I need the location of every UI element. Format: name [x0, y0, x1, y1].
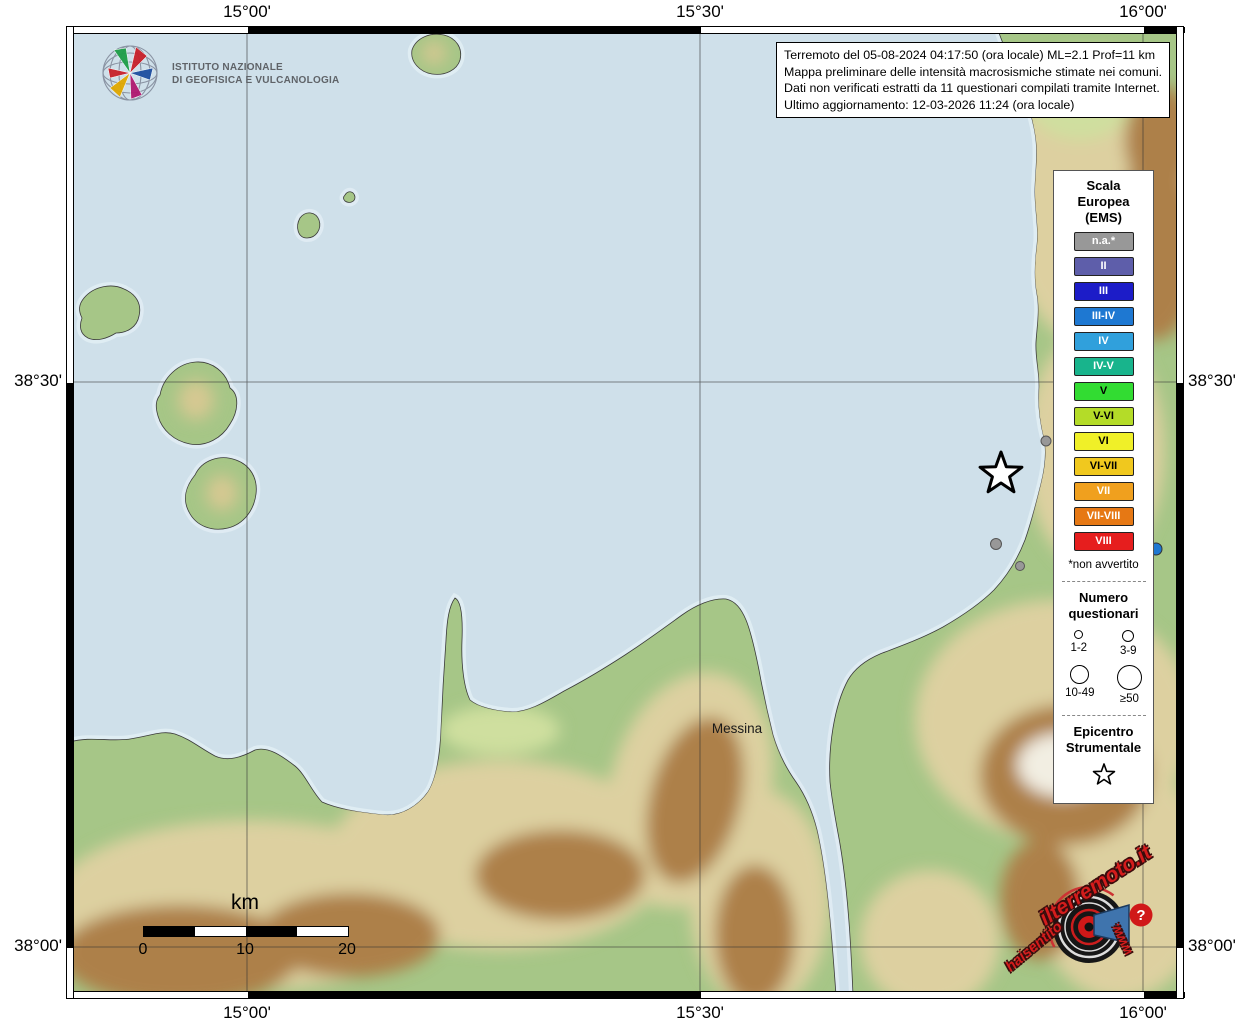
lon-label-bottom-2: 15°30' — [660, 1003, 740, 1023]
scale-bar — [143, 926, 349, 937]
lon-label-bottom-3: 16°00' — [1103, 1003, 1183, 1023]
questionnaire-size-3: 10-49 — [1065, 665, 1094, 705]
event-info-line3: Dati non verificati estratti da 11 quest… — [784, 80, 1162, 97]
size-label: 3-9 — [1120, 645, 1137, 657]
legend-divider — [1062, 581, 1146, 582]
lon-label-bottom-1: 15°00' — [207, 1003, 287, 1023]
size-label: 10-49 — [1065, 687, 1094, 699]
intensity-point-na — [1041, 436, 1051, 446]
ems-swatch-iii: III — [1074, 282, 1134, 301]
legend-title-line1: Scala — [1054, 178, 1153, 194]
intensity-point-na — [991, 539, 1002, 550]
ingv-globe-icon — [100, 44, 162, 104]
map-frame-top — [66, 26, 1184, 34]
institute-name-line2: DI GEOFISICA E VULCANOLOGIA — [172, 74, 340, 87]
institute-name-line1: ISTITUTO NAZIONALE — [172, 61, 340, 74]
lat-label-left-1: 38°30' — [2, 371, 62, 391]
ems-swatch-vi: VI — [1074, 432, 1134, 451]
ems-swatch-vii: VII — [1074, 482, 1134, 501]
scalebar-tick-20: 20 — [327, 941, 367, 959]
ems-swatch-iv-v: IV-V — [1074, 357, 1134, 376]
event-info-line1: Terremoto del 05-08-2024 04:17:50 (ora l… — [784, 47, 1162, 64]
size-label: 1-2 — [1070, 642, 1087, 654]
ems-swatch-ii: II — [1074, 257, 1134, 276]
size-circle-icon — [1074, 630, 1083, 639]
lon-label-top-2: 15°30' — [660, 2, 740, 22]
lat-label-left-2: 38°00' — [2, 936, 62, 956]
questionnaire-size-4: ≥50 — [1117, 665, 1142, 705]
institute-name: ISTITUTO NAZIONALE DI GEOFISICA E VULCAN… — [172, 61, 340, 87]
size-label: ≥50 — [1120, 693, 1139, 705]
intensity-map-page: Messina 15°00' 15°30' 16°00' 15°00' 15°3… — [0, 0, 1254, 1024]
ems-swatch-iv: IV — [1074, 332, 1134, 351]
lon-label-top-3: 16°00' — [1103, 2, 1183, 22]
ems-swatch-iii-iv: III-IV — [1074, 307, 1134, 326]
scalebar-tick-10: 10 — [225, 941, 265, 959]
ems-swatch-na: n.a.* — [1074, 232, 1134, 251]
legend-star-icon — [1091, 762, 1117, 788]
questionnaires-title-line2: questionari — [1054, 606, 1153, 622]
lat-label-right-1: 38°30' — [1188, 371, 1252, 391]
scalebar-unit-label: km — [215, 891, 275, 915]
ingv-logo: ISTITUTO NAZIONALE DI GEOFISICA E VULCAN… — [100, 44, 340, 104]
map-frame-left — [66, 26, 74, 999]
questionnaire-size-2: 3-9 — [1120, 630, 1137, 657]
event-info-line2: Mappa preliminare delle intensità macros… — [784, 64, 1162, 81]
ems-swatch-vii-viii: VII-VIII — [1074, 507, 1134, 526]
questionnaire-size-1: 1-2 — [1070, 630, 1087, 657]
watermark-question-mark: ? — [1136, 907, 1145, 924]
ems-swatch-vi-vii: VI-VII — [1074, 457, 1134, 476]
ems-swatch-v: V — [1074, 382, 1134, 401]
size-circle-icon — [1122, 630, 1134, 642]
haisentitoilterremoto-watermark: ? ilterremoto.it haisentito www. — [1000, 845, 1200, 1000]
epicenter-title-line1: Epicentro — [1054, 724, 1153, 740]
epicenter-title-line2: Strumentale — [1054, 740, 1153, 756]
size-circle-icon — [1070, 665, 1089, 684]
legend-title-line2: Europea — [1054, 194, 1153, 210]
questionnaires-title-line1: Numero — [1054, 590, 1153, 606]
ems-swatch-viii: VIII — [1074, 532, 1134, 551]
legend-divider — [1062, 715, 1146, 716]
legend-footnote: *non avvertito — [1054, 559, 1153, 571]
lon-label-top-1: 15°00' — [207, 2, 287, 22]
intensity-point-na — [1016, 562, 1025, 571]
legend-title-line3: (EMS) — [1054, 210, 1153, 226]
city-label-messina: Messina — [712, 721, 763, 736]
event-info-line4: Ultimo aggiornamento: 12-03-2026 11:24 (… — [784, 97, 1162, 114]
size-circle-icon — [1117, 665, 1142, 690]
scalebar-tick-0: 0 — [123, 941, 163, 959]
ems-legend: Scala Europea (EMS) n.a.* II III III-IV … — [1053, 170, 1154, 804]
ems-swatch-v-vi: V-VI — [1074, 407, 1134, 426]
event-info-box: Terremoto del 05-08-2024 04:17:50 (ora l… — [776, 42, 1170, 118]
island-panarea — [298, 213, 320, 238]
